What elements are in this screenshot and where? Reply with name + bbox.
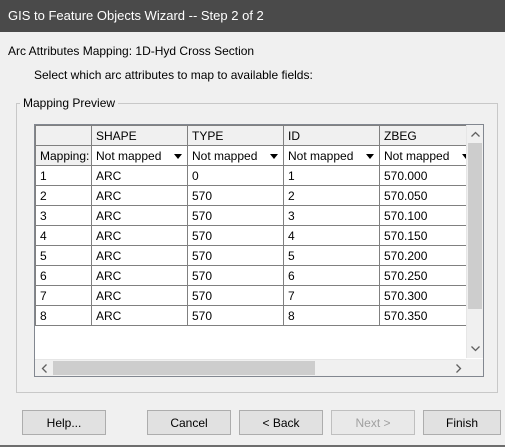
table-cell[interactable]: 570.250 — [379, 265, 476, 286]
column-header[interactable]: ZBEG — [379, 125, 476, 146]
row-number: 2 — [35, 185, 92, 206]
table-cell[interactable]: 7 — [283, 285, 380, 306]
grid-table: SHAPE TYPE ID ZBEG Mapping: Not mapped Not map… — [35, 125, 476, 326]
table-row: 4 ARC 570 4 570.150 — [35, 225, 476, 246]
table-cell[interactable]: ARC — [91, 305, 188, 326]
mapping-cell: Not mapped — [379, 145, 476, 166]
horizontal-scroll-thumb[interactable] — [53, 361, 315, 375]
chevron-left-icon[interactable] — [36, 360, 52, 376]
table-cell[interactable]: 570.000 — [379, 165, 476, 186]
chevron-right-icon[interactable] — [451, 360, 467, 376]
column-header[interactable]: SHAPE — [91, 125, 188, 146]
instruction-label: Select which arc attributes to map to av… — [34, 68, 313, 82]
back-button[interactable]: < Back — [239, 410, 323, 435]
window-title: GIS to Feature Objects Wizard -- Step 2 … — [8, 8, 264, 23]
table-cell[interactable]: 570 — [187, 305, 284, 326]
table-cell[interactable]: ARC — [91, 165, 188, 186]
arc-attributes-mapping-label: Arc Attributes Mapping: 1D-Hyd Cross Sec… — [8, 44, 255, 58]
grid-corner-cell — [35, 125, 92, 146]
mapping-dropdown[interactable]: Not mapped — [96, 147, 187, 165]
mapping-dropdown-value: Not mapped — [288, 148, 354, 163]
table-cell[interactable]: 570.150 — [379, 225, 476, 246]
mapping-preview-grid[interactable]: SHAPE TYPE ID ZBEG Mapping: Not mapped Not map… — [34, 124, 484, 377]
table-cell[interactable]: 570 — [187, 205, 284, 226]
mapping-dropdown[interactable]: Not mapped — [288, 147, 379, 165]
table-row: 1 ARC 0 1 570.000 — [35, 165, 476, 186]
table-cell[interactable]: ARC — [91, 225, 188, 246]
table-cell[interactable]: ARC — [91, 245, 188, 266]
table-row: 6 ARC 570 6 570.250 — [35, 265, 476, 286]
vertical-scrollbar[interactable] — [466, 125, 483, 358]
row-number: 3 — [35, 205, 92, 226]
table-cell[interactable]: ARC — [91, 265, 188, 286]
mapping-row: Mapping: Not mapped Not mapped Not mapped No… — [35, 145, 476, 166]
triangle-down-icon[interactable] — [267, 149, 281, 163]
row-number: 7 — [35, 285, 92, 306]
table-cell[interactable]: 570 — [187, 225, 284, 246]
mapping-dropdown-value: Not mapped — [192, 148, 258, 163]
table-cell[interactable]: 570 — [187, 245, 284, 266]
mapping-cell: Not mapped — [283, 145, 380, 166]
table-row: 2 ARC 570 2 570.050 — [35, 185, 476, 206]
table-cell[interactable]: 3 — [283, 205, 380, 226]
table-cell[interactable]: 570 — [187, 285, 284, 306]
table-cell[interactable]: 570.350 — [379, 305, 476, 326]
row-number: 8 — [35, 305, 92, 326]
cancel-button[interactable]: Cancel — [147, 410, 231, 435]
horizontal-scrollbar[interactable] — [35, 359, 468, 376]
row-number: 5 — [35, 245, 92, 266]
mapping-cell: Not mapped — [91, 145, 188, 166]
triangle-down-icon[interactable] — [363, 149, 377, 163]
table-cell[interactable]: ARC — [91, 185, 188, 206]
mapping-dropdown[interactable]: Not mapped — [192, 147, 283, 165]
mapping-dropdown-value: Not mapped — [96, 148, 162, 163]
chevron-up-icon[interactable] — [467, 126, 483, 142]
table-cell[interactable]: 570.300 — [379, 285, 476, 306]
mapping-dropdown-value: Not mapped — [384, 148, 450, 163]
table-cell[interactable]: 2 — [283, 185, 380, 206]
next-button[interactable]: Next > — [331, 410, 415, 435]
triangle-down-icon[interactable] — [171, 149, 185, 163]
finish-button[interactable]: Finish — [423, 410, 501, 435]
table-row: 8 ARC 570 8 570.350 — [35, 305, 476, 326]
mapping-preview-legend: Mapping Preview — [20, 96, 119, 110]
mapping-dropdown[interactable]: Not mapped — [384, 147, 475, 165]
table-cell[interactable]: ARC — [91, 205, 188, 226]
title-bar: GIS to Feature Objects Wizard -- Step 2 … — [0, 0, 505, 32]
table-cell[interactable]: 570.200 — [379, 245, 476, 266]
mapping-cell: Not mapped — [187, 145, 284, 166]
table-cell[interactable]: 6 — [283, 265, 380, 286]
scrollbar-corner — [466, 359, 483, 376]
column-header[interactable]: TYPE — [187, 125, 284, 146]
table-cell[interactable]: 570.050 — [379, 185, 476, 206]
table-row: 7 ARC 570 7 570.300 — [35, 285, 476, 306]
column-header[interactable]: ID — [283, 125, 380, 146]
table-cell[interactable]: 570 — [187, 185, 284, 206]
table-row: 3 ARC 570 3 570.100 — [35, 205, 476, 226]
table-cell[interactable]: 570 — [187, 265, 284, 286]
table-cell[interactable]: 8 — [283, 305, 380, 326]
table-cell[interactable]: 1 — [283, 165, 380, 186]
row-number: 4 — [35, 225, 92, 246]
table-cell[interactable]: 5 — [283, 245, 380, 266]
vertical-scroll-thumb[interactable] — [468, 143, 482, 309]
chevron-down-icon[interactable] — [467, 341, 483, 357]
table-row: 5 ARC 570 5 570.200 — [35, 245, 476, 266]
table-cell[interactable]: 570.100 — [379, 205, 476, 226]
row-number: 1 — [35, 165, 92, 186]
table-cell[interactable]: 0 — [187, 165, 284, 186]
table-cell[interactable]: ARC — [91, 285, 188, 306]
mapping-row-label: Mapping: — [35, 145, 92, 166]
help-button[interactable]: Help... — [22, 410, 106, 435]
grid-header-row: SHAPE TYPE ID ZBEG — [35, 125, 476, 146]
table-cell[interactable]: 4 — [283, 225, 380, 246]
row-number: 6 — [35, 265, 92, 286]
